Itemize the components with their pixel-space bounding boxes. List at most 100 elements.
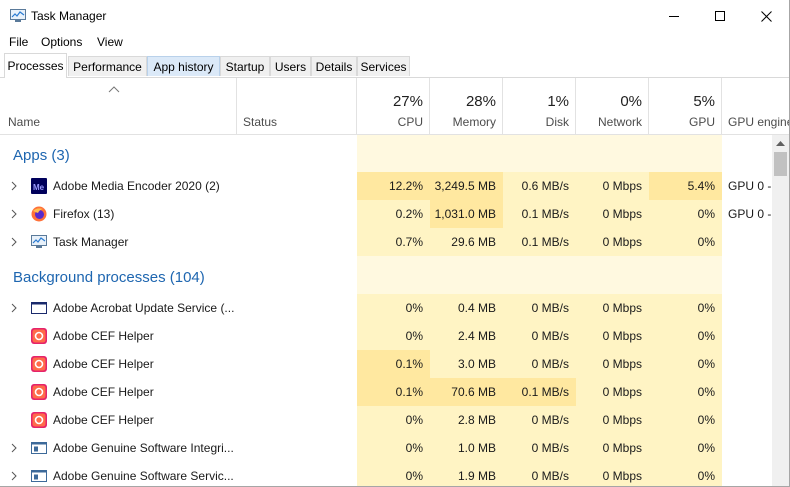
service-window-icon bbox=[31, 302, 47, 314]
service-window-icon bbox=[31, 470, 47, 482]
network-cell: 0 Mbps bbox=[576, 294, 649, 322]
group-row-background[interactable]: Background processes (104) bbox=[0, 256, 772, 298]
minimize-button[interactable] bbox=[651, 0, 697, 32]
service-window-icon bbox=[31, 442, 47, 454]
chevron-right-icon[interactable] bbox=[10, 471, 18, 481]
table-row[interactable]: Me Adobe Media Encoder 2020 (2) 12.2% 3,… bbox=[0, 172, 772, 200]
table-row[interactable]: Adobe CEF Helper 0% 2.4 MB 0 MB/s 0 Mbps… bbox=[0, 322, 772, 350]
table-row[interactable]: Task Manager 0.7% 29.6 MB 0.1 MB/s 0 Mbp… bbox=[0, 228, 772, 256]
cpu-cell: 0% bbox=[357, 294, 430, 322]
menu-view[interactable]: View bbox=[97, 35, 123, 49]
table-row[interactable]: Adobe Genuine Software Integri... 0% 1.0… bbox=[0, 434, 772, 462]
arrow-up-icon bbox=[776, 140, 785, 146]
close-icon bbox=[760, 10, 772, 22]
process-name: Adobe Genuine Software Integri... bbox=[53, 441, 234, 455]
table-row[interactable]: Adobe CEF Helper 0.1% 70.6 MB 0.1 MB/s 0… bbox=[0, 378, 772, 406]
disk-cell: 0.1 MB/s bbox=[503, 378, 576, 406]
chevron-right-icon[interactable] bbox=[10, 237, 18, 247]
menu-options[interactable]: Options bbox=[41, 35, 82, 49]
process-name: Task Manager bbox=[53, 235, 129, 249]
header-cpu[interactable]: 27% CPU bbox=[357, 78, 430, 134]
scroll-thumb[interactable] bbox=[774, 152, 787, 176]
header-status[interactable]: Status bbox=[237, 78, 357, 134]
chevron-right-icon[interactable] bbox=[10, 303, 18, 313]
chevron-right-icon[interactable] bbox=[10, 181, 18, 191]
tab-processes[interactable]: Processes bbox=[4, 53, 67, 78]
column-header: Name Status 27% CPU 28% Memory 1% Disk 0… bbox=[0, 78, 789, 135]
cpu-cell: 0% bbox=[357, 462, 430, 486]
process-list: Apps (3) Me Adobe Media Encoder 2020 (2)… bbox=[0, 135, 772, 486]
table-row[interactable]: Adobe Genuine Software Servic... 0% 1.9 … bbox=[0, 462, 772, 486]
process-name: Adobe CEF Helper bbox=[53, 413, 154, 427]
cpu-cell: 0% bbox=[357, 322, 430, 350]
memory-cell: 2.8 MB bbox=[430, 406, 503, 434]
task-manager-icon bbox=[10, 9, 26, 22]
network-cell: 0 Mbps bbox=[576, 200, 649, 228]
disk-cell: 0 MB/s bbox=[503, 462, 576, 486]
chevron-right-icon[interactable] bbox=[10, 443, 18, 453]
close-button[interactable] bbox=[743, 0, 789, 32]
gpu-cell: 0% bbox=[649, 406, 722, 434]
title-bar[interactable]: Task Manager bbox=[0, 0, 789, 32]
header-gpu[interactable]: 5% GPU bbox=[649, 78, 722, 134]
tab-services[interactable]: Services bbox=[357, 56, 410, 76]
header-memory[interactable]: 28% Memory bbox=[430, 78, 503, 134]
header-memory-pct: 28% bbox=[465, 93, 496, 110]
header-network-pct: 0% bbox=[620, 93, 642, 110]
group-row-apps[interactable]: Apps (3) bbox=[0, 135, 772, 177]
tab-performance[interactable]: Performance bbox=[68, 56, 147, 76]
header-disk[interactable]: 1% Disk bbox=[503, 78, 576, 134]
cpu-cell: 0.2% bbox=[357, 200, 430, 228]
sort-up-icon bbox=[108, 86, 120, 93]
header-cpu-label: CPU bbox=[397, 115, 423, 129]
vertical-scrollbar[interactable] bbox=[772, 135, 789, 486]
table-row[interactable]: Adobe CEF Helper 0.1% 3.0 MB 0 MB/s 0 Mb… bbox=[0, 350, 772, 378]
network-cell: 0 Mbps bbox=[576, 350, 649, 378]
cpu-cell: 0% bbox=[357, 406, 430, 434]
chevron-right-icon[interactable] bbox=[10, 209, 18, 219]
gpu-cell: 5.4% bbox=[649, 172, 722, 200]
disk-cell: 0.6 MB/s bbox=[503, 172, 576, 200]
menu-file[interactable]: File bbox=[9, 35, 28, 49]
network-cell: 0 Mbps bbox=[576, 406, 649, 434]
tab-bar: Processes Performance App history Startu… bbox=[0, 53, 789, 78]
header-memory-label: Memory bbox=[452, 115, 496, 129]
maximize-button[interactable] bbox=[697, 0, 743, 32]
tab-details[interactable]: Details bbox=[311, 56, 357, 76]
table-row[interactable]: Firefox (13) 0.2% 1,031.0 MB 0.1 MB/s 0 … bbox=[0, 200, 772, 228]
header-gpu-engine[interactable]: GPU engine bbox=[722, 78, 789, 134]
gpu-cell: 0% bbox=[649, 322, 722, 350]
cpu-cell: 0% bbox=[357, 434, 430, 462]
memory-cell: 3.0 MB bbox=[430, 350, 503, 378]
process-name: Adobe CEF Helper bbox=[53, 385, 154, 399]
memory-cell: 29.6 MB bbox=[430, 228, 503, 256]
process-name: Firefox (13) bbox=[53, 207, 115, 221]
header-disk-pct: 1% bbox=[547, 93, 569, 110]
gpu-engine-cell: GPU 0 - bbox=[728, 179, 772, 193]
gpu-cell: 0% bbox=[649, 228, 722, 256]
gpu-cell: 0% bbox=[649, 462, 722, 486]
firefox-icon bbox=[31, 206, 47, 222]
scroll-up-button[interactable] bbox=[772, 135, 789, 152]
disk-cell: 0.1 MB/s bbox=[503, 228, 576, 256]
tab-startup[interactable]: Startup bbox=[220, 56, 270, 76]
header-network[interactable]: 0% Network bbox=[576, 78, 649, 134]
cpu-cell: 12.2% bbox=[357, 172, 430, 200]
header-status-label: Status bbox=[243, 115, 278, 129]
group-label-background: Background processes (104) bbox=[13, 269, 205, 286]
window-title: Task Manager bbox=[31, 9, 107, 23]
gpu-cell: 0% bbox=[649, 200, 722, 228]
gpu-engine-cell: GPU 0 - bbox=[728, 207, 772, 221]
creative-cloud-icon bbox=[31, 384, 47, 400]
memory-cell: 1.0 MB bbox=[430, 434, 503, 462]
disk-cell: 0 MB/s bbox=[503, 350, 576, 378]
memory-cell: 3,249.5 MB bbox=[430, 172, 503, 200]
header-name[interactable]: Name bbox=[0, 78, 237, 134]
table-row[interactable]: Adobe Acrobat Update Service (... 0% 0.4… bbox=[0, 294, 772, 322]
process-name: Adobe Media Encoder 2020 (2) bbox=[53, 179, 220, 193]
tab-app-history[interactable]: App history bbox=[147, 56, 220, 76]
creative-cloud-icon bbox=[31, 356, 47, 372]
header-gpu-label: GPU bbox=[688, 115, 715, 129]
tab-users[interactable]: Users bbox=[270, 56, 311, 76]
table-row[interactable]: Adobe CEF Helper 0% 2.8 MB 0 MB/s 0 Mbps… bbox=[0, 406, 772, 434]
